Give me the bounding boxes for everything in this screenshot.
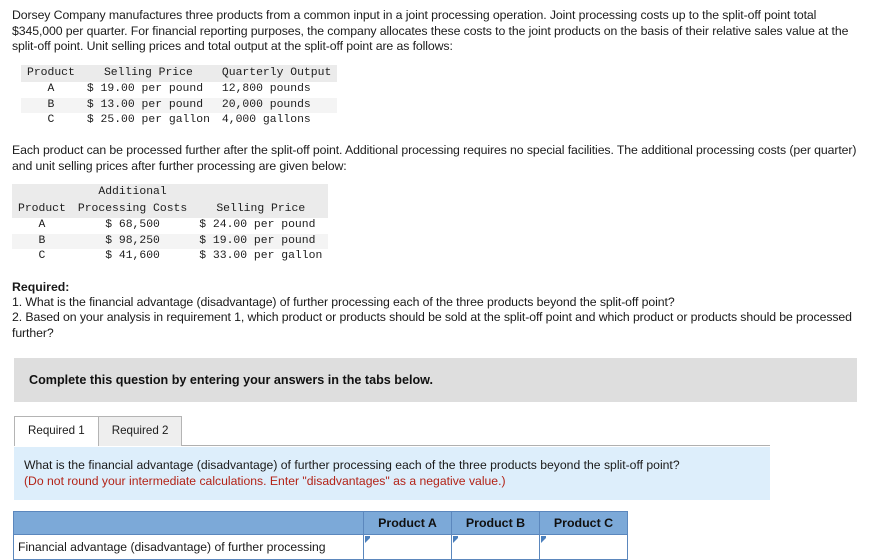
cell-processing-cost: $ 98,250 bbox=[71, 233, 194, 250]
column-header-quarterly-output: Quarterly Output bbox=[215, 64, 338, 83]
answer-input-product-a[interactable] bbox=[363, 534, 452, 560]
answer-table-row: Financial advantage (disadvantage) of fu… bbox=[13, 534, 628, 560]
column-header-selling-price: Selling Price bbox=[193, 201, 329, 219]
cell-selling-price: $ 33.00 per gallon bbox=[199, 250, 323, 263]
question-page: Dorsey Company manufactures three produc… bbox=[0, 0, 870, 341]
cell-product: B bbox=[21, 97, 81, 113]
column-header-product: Product bbox=[21, 64, 81, 83]
answer-header-blank bbox=[13, 511, 364, 536]
column-header-additional: Additional bbox=[71, 183, 194, 201]
cell-product: B bbox=[12, 233, 72, 250]
second-paragraph: Each product can be processed further af… bbox=[12, 143, 857, 173]
table-row: A $ 19.00 per pound 12,800 pounds bbox=[21, 82, 337, 97]
cell-product: C bbox=[38, 250, 46, 263]
table-header-row-top: Additional bbox=[12, 183, 329, 201]
answer-header-product-c: Product C bbox=[539, 511, 628, 536]
requirement-instruction-panel: What is the financial advantage (disadva… bbox=[14, 447, 770, 501]
table-header-row: Product Selling Price Quarterly Output bbox=[21, 64, 338, 83]
cell-product: A bbox=[47, 83, 55, 96]
answer-table: Product A Product B Product C Financial … bbox=[13, 511, 628, 560]
answer-input-product-b[interactable] bbox=[451, 534, 540, 560]
column-header-spacer-right bbox=[193, 183, 329, 201]
tab-bar: Required 1 Required 2 bbox=[14, 416, 870, 447]
requirement-note-text: (Do not round your intermediate calculat… bbox=[24, 474, 506, 489]
cell-output: 4,000 gallons bbox=[221, 114, 311, 126]
answer-row-label: Financial advantage (disadvantage) of fu… bbox=[13, 534, 364, 560]
column-header-selling-price: Selling Price bbox=[80, 64, 216, 83]
cell-corner-marker-icon bbox=[365, 536, 370, 544]
cell-product: A bbox=[38, 219, 46, 232]
column-header-product: Product bbox=[12, 201, 72, 219]
cell-product: C bbox=[47, 114, 55, 126]
required-item-2: 2. Based on your analysis in requirement… bbox=[12, 310, 852, 340]
column-header-spacer bbox=[12, 183, 72, 201]
answer-input-product-c[interactable] bbox=[539, 534, 628, 560]
intro-paragraph: Dorsey Company manufactures three produc… bbox=[12, 8, 849, 54]
cell-selling-price: $ 13.00 per pound bbox=[80, 97, 216, 113]
cell-output: 12,800 pounds bbox=[221, 83, 311, 96]
table-row: B $ 98,250 $ 19.00 per pound bbox=[12, 233, 329, 250]
instructions-banner: Complete this question by entering your … bbox=[14, 358, 857, 403]
answer-table-header-row: Product A Product B Product C bbox=[13, 511, 628, 536]
cell-selling-price: $ 19.00 per pound bbox=[86, 83, 204, 96]
table-header-row: Product Processing Costs Selling Price bbox=[12, 201, 329, 219]
table-row: C $ 41,600 $ 33.00 per gallon bbox=[12, 249, 328, 264]
instructions-banner-text: Complete this question by entering your … bbox=[29, 373, 433, 388]
cell-processing-cost: $ 68,500 bbox=[105, 219, 160, 232]
table-row: C $ 25.00 per gallon 4,000 gallons bbox=[21, 113, 337, 128]
cell-processing-cost: $ 41,600 bbox=[105, 250, 160, 263]
column-header-processing-costs: Processing Costs bbox=[71, 201, 194, 219]
tab-required-2[interactable]: Required 2 bbox=[97, 416, 183, 447]
splitoff-data-table: Product Selling Price Quarterly Output A… bbox=[21, 64, 338, 129]
tab-required-1[interactable]: Required 1 bbox=[14, 416, 99, 447]
cell-selling-price: $ 24.00 per pound bbox=[199, 219, 316, 232]
cell-corner-marker-icon bbox=[453, 536, 458, 544]
required-heading: Required: bbox=[12, 279, 70, 294]
answer-header-product-b: Product B bbox=[451, 511, 540, 536]
answer-table-wrapper: Product A Product B Product C Financial … bbox=[13, 511, 870, 560]
cell-selling-price: $ 25.00 per gallon bbox=[86, 114, 210, 126]
table-row: A $ 68,500 $ 24.00 per pound bbox=[12, 218, 328, 233]
requirement-question-text: What is the financial advantage (disadva… bbox=[24, 458, 680, 473]
further-processing-data-table: Additional Product Processing Costs Sell… bbox=[12, 183, 329, 265]
cell-selling-price: $ 19.00 per pound bbox=[193, 233, 329, 250]
answer-header-product-a: Product A bbox=[363, 511, 452, 536]
table-row: B $ 13.00 per pound 20,000 pounds bbox=[21, 97, 338, 113]
required-item-1: 1. What is the financial advantage (disa… bbox=[12, 295, 675, 310]
cell-output: 20,000 pounds bbox=[215, 97, 338, 113]
cell-corner-marker-icon bbox=[541, 536, 546, 544]
